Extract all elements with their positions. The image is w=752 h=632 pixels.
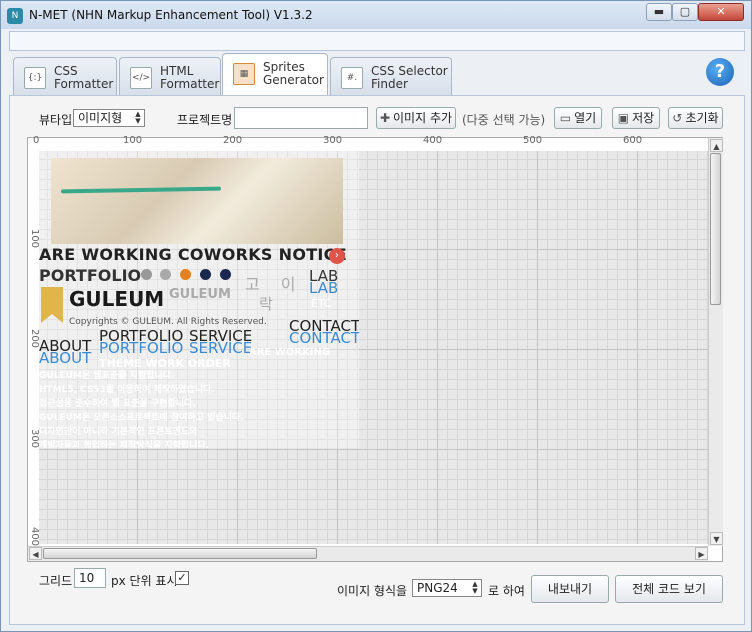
sprite-about-blue: ABOUT <box>39 349 92 367</box>
ruler-x-tick: 600 <box>623 135 643 146</box>
maximize-button[interactable]: ▢ <box>672 3 698 21</box>
sprite-korean-2: 락 <box>259 295 273 313</box>
open-button[interactable]: ▭ 열기 <box>554 107 602 129</box>
navy-dot <box>220 269 231 280</box>
ruler-x-tick: 300 <box>323 135 343 146</box>
reset-label: 초기화 <box>685 111 719 125</box>
vertical-scroll-thumb[interactable] <box>710 153 721 305</box>
sprite-are-working: ARE WORKING <box>249 347 331 358</box>
horizontal-scroll-thumb[interactable] <box>43 548 317 559</box>
add-image-label: 이미지 추가 <box>393 111 453 125</box>
sprite-portfolio: PORTFOLIO <box>39 266 142 285</box>
show-grid-checkbox[interactable]: ✓ <box>175 571 189 585</box>
ruler-x-tick: 500 <box>523 135 543 146</box>
sprite-text-line: 개발자들과 협업하는 제작방식을 지향합니다. <box>39 441 210 448</box>
sprite-guleum-logo: GULEUM <box>69 287 165 311</box>
add-image-button[interactable]: ✚ 이미지 추가 <box>376 107 456 129</box>
save-label: 저장 <box>632 111 655 125</box>
ruler-x-tick: 100 <box>123 135 143 146</box>
tab-css-selector-finder[interactable]: #. CSS Selector Finder <box>330 57 452 95</box>
open-label: 열기 <box>574 111 597 125</box>
app-icon: N <box>7 8 23 24</box>
close-button[interactable]: ✕ <box>698 3 744 21</box>
minimize-button[interactable]: ▬ <box>646 3 672 21</box>
scroll-left-icon[interactable]: ◀ <box>29 547 42 560</box>
ruler-x-tick: 200 <box>223 135 243 146</box>
tab-sprites-generator-label: Sprites Generator <box>263 60 324 87</box>
tab-css-formatter-label: CSS Formatter <box>54 64 114 91</box>
format-select[interactable]: PNG24 ▲ ▼ <box>412 579 482 597</box>
view-all-code-button[interactable]: 전체 코드 보기 <box>615 575 723 603</box>
format-value: PNG24 <box>417 581 458 595</box>
title-bar: N N-MET (NHN Markup Enhancement Tool) V1… <box>1 1 751 29</box>
refresh-icon: ↺ <box>672 111 683 125</box>
multi-select-hint: (다중 선택 가능) <box>462 113 546 127</box>
sprite-image[interactable]: ARE WORKING COWORKS NOTICE › PORTFOLIO 고… <box>39 151 359 448</box>
sprite-korean-1: 고 이 <box>245 275 304 294</box>
window-title: N-MET (NHN Markup Enhancement Tool) V1.3… <box>29 8 313 22</box>
sprite-text-line: 디자인만이 아니라 기본적인 프론트엔드와 <box>39 427 198 437</box>
orange-dot <box>180 269 191 280</box>
navy-dot <box>200 269 211 280</box>
sprite-text-line: HTML5, CSS3를 이용하여 제작하였습니다. <box>39 385 215 395</box>
ruler-x-tick: 0 <box>33 135 40 146</box>
sprite-portfolio-blue: PORTFOLIO <box>99 339 184 357</box>
gray-dot <box>141 269 152 280</box>
app-window: N N-MET (NHN Markup Enhancement Tool) V1… <box>0 0 752 632</box>
gray-dot <box>160 269 171 280</box>
grid-unit-label: px 단위 표시 <box>111 574 178 588</box>
horizontal-ruler: 0 100 200 300 400 500 600 <box>33 135 709 150</box>
grid-label: 그리드 <box>39 574 73 588</box>
sprite-text-line: GULEUM은 웹표준을 지향합니다. <box>39 371 175 381</box>
save-button[interactable]: ▣ 저장 <box>612 107 660 129</box>
reset-button[interactable]: ↺ 초기화 <box>668 107 723 129</box>
tab-strip: {:} CSS Formatter </> HTML Formatter ▦ Spr… <box>9 53 745 95</box>
export-button[interactable]: 내보내기 <box>531 575 609 603</box>
sprite-service-blue: SERVICE <box>189 339 253 357</box>
viewtype-label: 뷰타입 <box>39 113 73 127</box>
help-icon[interactable]: ? <box>706 58 734 86</box>
project-label: 프로젝트명 <box>177 113 233 127</box>
sprite-guleum-small: GULEUM <box>169 287 231 302</box>
floppy-icon: ▣ <box>617 111 630 125</box>
viewtype-value: 이미지형 <box>78 111 123 125</box>
scroll-down-icon[interactable]: ▼ <box>710 532 723 545</box>
spinner-icon: ▲ ▼ <box>135 110 141 125</box>
viewtype-select[interactable]: 이미지형 ▲ ▼ <box>73 109 145 127</box>
tab-html-formatter[interactable]: </> HTML Formatter <box>119 57 221 95</box>
plus-icon: ✚ <box>379 111 391 125</box>
sprite-etc: ETC <box>311 297 332 310</box>
format-suffix: 로 하여 <box>488 584 525 598</box>
tab-sprites-generator[interactable]: ▦ Sprites Generator <box>222 53 328 95</box>
tab-html-formatter-label: HTML Formatter <box>160 64 220 91</box>
css-selector-finder-icon: #. <box>341 67 363 89</box>
sprites-generator-icon: ▦ <box>233 63 255 85</box>
scroll-up-icon[interactable]: ▲ <box>710 139 723 152</box>
arrow-circle-icon: › <box>329 248 345 264</box>
spinner-icon: ▲ ▼ <box>472 580 478 595</box>
sprite-copyright: Copyrights © GULEUM. All Rights Reserved… <box>69 317 267 327</box>
tab-css-formatter[interactable]: {:} CSS Formatter <box>13 57 117 95</box>
crumpled-paper-image <box>51 158 343 244</box>
project-name-input[interactable] <box>234 107 368 129</box>
css-formatter-icon: {:} <box>24 67 46 89</box>
sprite-text-line: GULEUM은 오픈소스프로젝트에 참여하고 있습니다. <box>39 413 244 423</box>
scroll-right-icon[interactable]: ▶ <box>695 547 708 560</box>
folder-icon: ▭ <box>559 111 572 125</box>
sprite-text-line: 접근성을 준수하여 웹 표준을 구현합니다. <box>39 399 196 409</box>
bookmark-icon <box>41 287 63 323</box>
tab-css-selector-finder-label: CSS Selector Finder <box>371 64 448 91</box>
ruler-y-tick: 400 <box>29 526 41 547</box>
menu-bar <box>9 31 745 51</box>
html-formatter-icon: </> <box>130 67 152 89</box>
green-brush-stroke <box>60 186 222 194</box>
vertical-ruler: 100 200 300 400 <box>27 151 41 547</box>
sprite-lab-blue: LAB <box>309 279 339 297</box>
grid-size-input[interactable]: 10 <box>74 568 106 588</box>
sprite-contact-blue: CONTACT <box>289 329 359 347</box>
ruler-x-tick: 400 <box>423 135 443 146</box>
sprite-nav-row: ARE WORKING COWORKS NOTICE <box>39 245 347 264</box>
format-label: 이미지 형식을 <box>337 584 408 598</box>
